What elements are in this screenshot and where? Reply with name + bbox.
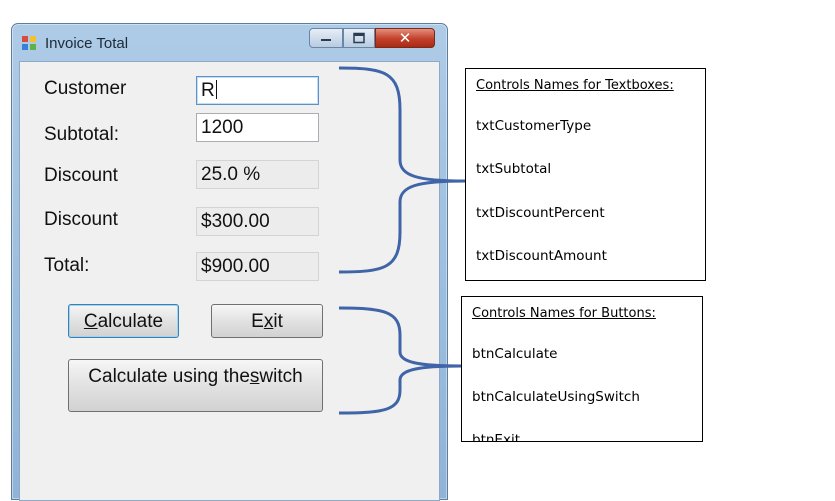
textbox-note-heading: Controls Names for Textboxes: <box>476 78 674 93</box>
note-item: txtDiscountAmount <box>476 248 607 264</box>
button-note-heading: Controls Names for Buttons: <box>472 306 656 321</box>
note-item: txtSubtotal <box>476 161 552 177</box>
button-brace <box>338 306 462 415</box>
note-item: btnCalculateUsingSwitch <box>472 389 640 405</box>
note-item: txtDiscountPercent <box>476 205 605 221</box>
note-item: btnExit <box>472 432 520 442</box>
textbox-brace <box>338 66 466 274</box>
annotation-braces <box>338 66 466 415</box>
button-names-note: Controls Names for Buttons: btnCalculate… <box>461 296 703 442</box>
note-item: txtCustomerType <box>476 118 592 134</box>
note-item: btnCalculate <box>472 346 558 362</box>
textbox-names-note: Controls Names for Textboxes: txtCustome… <box>465 68 706 281</box>
